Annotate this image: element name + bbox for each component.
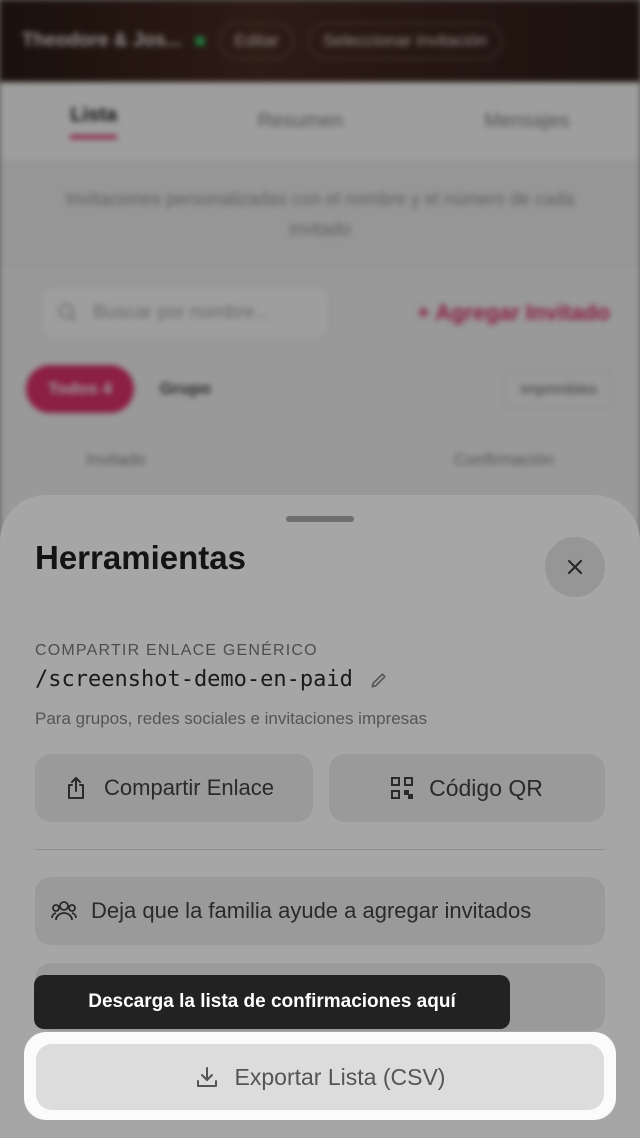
share-link-button[interactable]: Compartir Enlace [35,754,313,822]
generic-link-description: Para grupos, redes sociales e invitacion… [35,709,428,728]
close-icon [565,557,585,577]
sheet-title: Herramientas [35,539,246,576]
generic-link-row: /screenshot-demo-en-paid [35,667,389,692]
edit-link-icon[interactable] [369,670,389,690]
section-divider [35,849,605,850]
family-help-button[interactable]: Deja que la familia ayude a agregar invi… [35,877,605,945]
close-button[interactable] [545,537,605,597]
export-tooltip: Descarga la lista de confirmaciones aquí [34,975,510,1029]
export-csv-button[interactable]: Exportar Lista (CSV) [36,1044,604,1110]
qr-code-label: Código QR [429,774,543,801]
share-link-label: Compartir Enlace [104,775,274,800]
download-icon [195,1065,219,1089]
export-csv-label: Exportar Lista (CSV) [234,1063,446,1090]
share-icon [65,776,87,800]
sheet-drag-handle[interactable] [286,516,354,522]
qr-code-icon [391,777,414,799]
family-help-label: Deja que la familia ayude a agregar invi… [91,898,532,923]
generic-link-label: COMPARTIR ENLACE GENÉRICO [35,642,318,659]
qr-code-button[interactable]: Código QR [329,754,605,822]
generic-link-path: /screenshot-demo-en-paid [35,667,353,692]
users-icon [51,900,77,922]
